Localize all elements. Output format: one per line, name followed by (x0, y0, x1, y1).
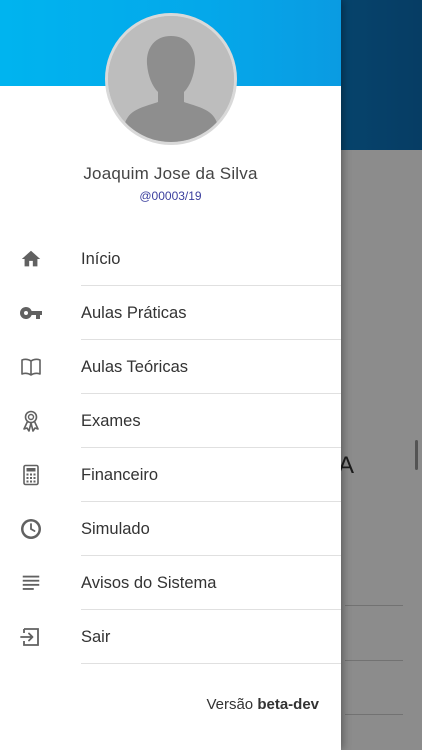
version-value: beta-dev (257, 696, 319, 713)
book-icon (19, 355, 43, 379)
menu-item-label: Avisos do Sistema (81, 573, 217, 592)
menu-item-inicio[interactable]: Início (0, 232, 341, 286)
app-version: Versão beta-dev (206, 696, 319, 713)
menu-item-financeiro[interactable]: Financeiro (0, 448, 341, 502)
user-handle: @00003/19 (139, 189, 202, 203)
navigation-drawer: Joaquim Jose da Silva @00003/19 Início A… (0, 0, 341, 750)
menu-item-label: Sair (81, 627, 111, 646)
menu-item-label: Simulado (81, 519, 150, 538)
notes-icon (19, 571, 43, 595)
menu-item-avisos-do-sistema[interactable]: Avisos do Sistema (0, 556, 341, 610)
clock-icon (19, 517, 43, 541)
menu-item-label: Início (81, 249, 121, 268)
key-icon (19, 301, 43, 325)
menu-item-sair[interactable]: Sair (0, 610, 341, 664)
person-silhouette-icon (108, 16, 234, 142)
menu-item-label: Financeiro (81, 465, 159, 484)
menu-item-label: Aulas Práticas (81, 303, 187, 322)
calculator-icon (19, 463, 43, 487)
award-icon (19, 409, 43, 433)
home-icon (19, 247, 43, 271)
menu-item-simulado[interactable]: Simulado (0, 502, 341, 556)
version-prefix: Versão (206, 696, 254, 713)
menu-item-exames[interactable]: Exames (0, 394, 341, 448)
user-name: Joaquim Jose da Silva (83, 164, 258, 183)
menu-item-label: Exames (81, 411, 141, 430)
menu-divider (81, 663, 341, 664)
logout-icon (19, 625, 43, 649)
menu-item-aulas-praticas[interactable]: Aulas Práticas (0, 286, 341, 340)
menu-item-aulas-teoricas[interactable]: Aulas Teóricas (0, 340, 341, 394)
screen: A Joaquim Jose da Silva @00003/19 Início (0, 0, 422, 750)
drawer-menu: Início Aulas Práticas Aulas Teóricas Exa… (0, 232, 341, 664)
menu-item-label: Aulas Teóricas (81, 357, 189, 376)
avatar[interactable] (105, 13, 237, 145)
